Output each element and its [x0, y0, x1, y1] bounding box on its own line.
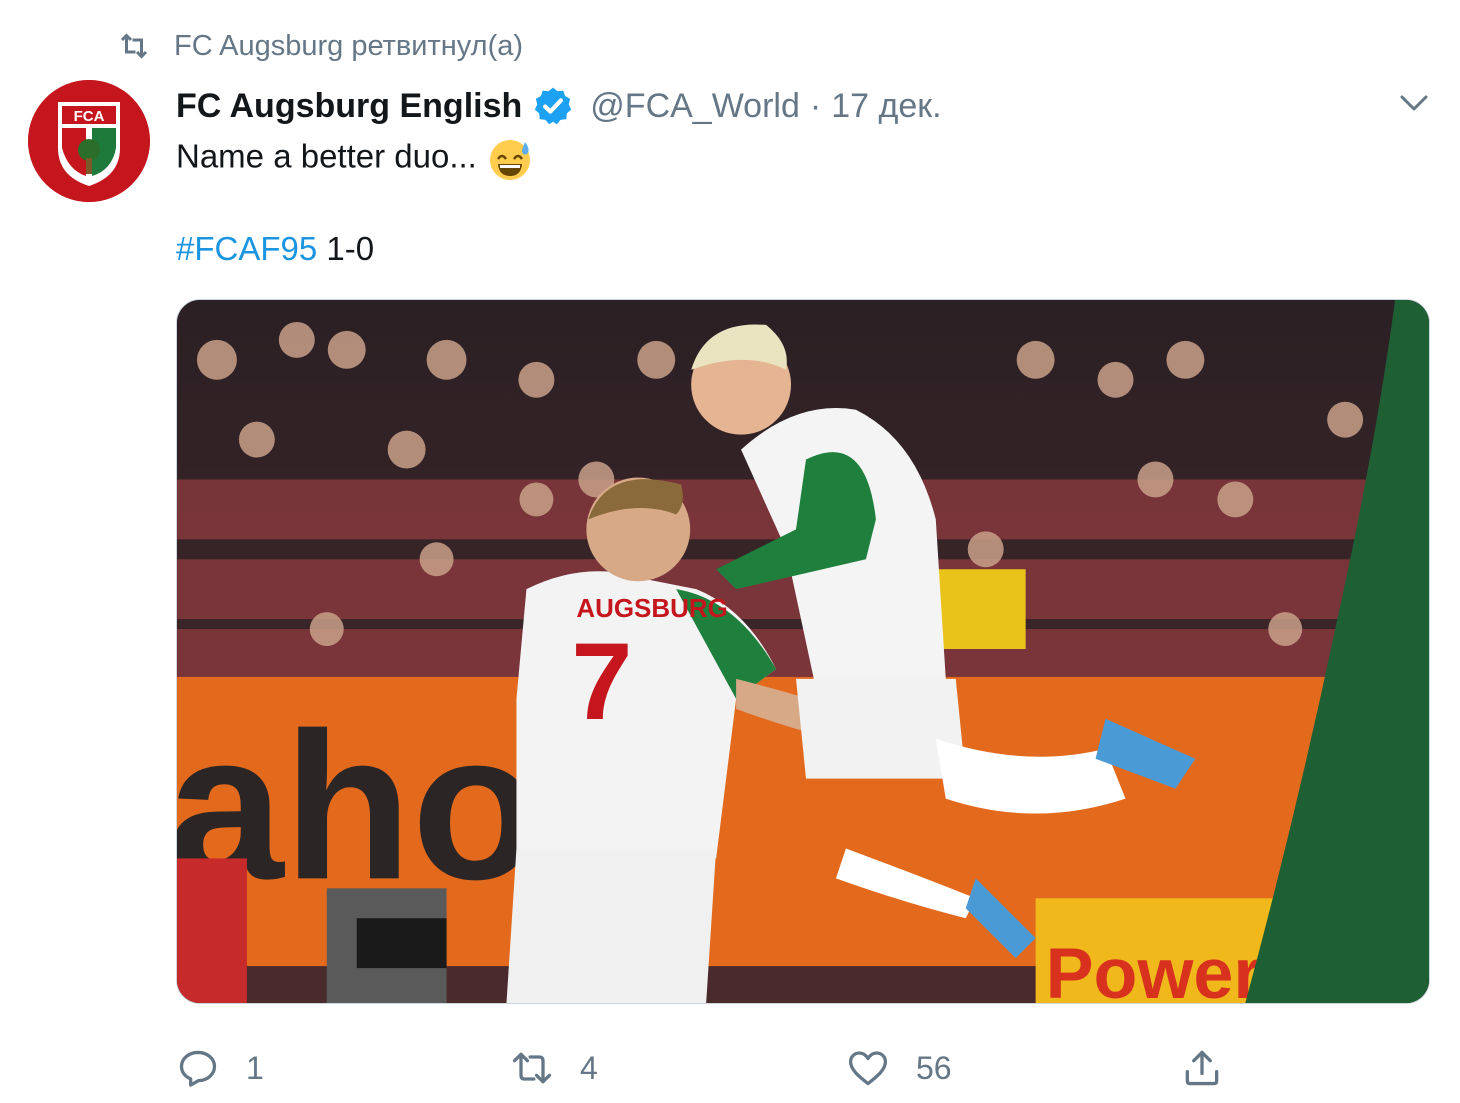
retweet-icon: [512, 1052, 552, 1084]
retweet-context-text[interactable]: FC Augsburg ретвитнул(а): [174, 30, 523, 63]
tweet-text-line-2: #FCAF95 1-0: [176, 230, 374, 268]
avatar-logo-text: FCA: [74, 108, 105, 125]
retweet-context: FC Augsburg ретвитнул(а): [116, 26, 523, 66]
score-text: 1-0: [326, 230, 375, 267]
jersey-number: 7: [571, 621, 632, 743]
tweet-date[interactable]: 17 дек.: [831, 87, 941, 126]
reply-count: 1: [246, 1049, 264, 1086]
retweet-icon: [120, 33, 148, 59]
reply-button[interactable]: 1: [176, 1040, 264, 1096]
author-handle[interactable]: @FCA_World: [590, 87, 800, 126]
like-button[interactable]: 56: [846, 1040, 952, 1096]
chevron-down-icon[interactable]: [1396, 88, 1432, 118]
tweet[interactable]: FC Augsburg ретвитнул(а) FCA FC Augsburg…: [0, 0, 1460, 1103]
share-icon: [1185, 1050, 1219, 1086]
tweet-text: Name a better duo...: [176, 137, 477, 175]
jersey-text: AUGSBURG: [576, 595, 727, 623]
like-count: 56: [916, 1049, 952, 1086]
tweet-actions: 1 4 56: [176, 1040, 1430, 1096]
grinning-sweat-emoji-icon: [489, 140, 530, 180]
separator-dot: ·: [809, 86, 822, 125]
verified-badge-icon: [535, 87, 572, 125]
hashtag-link[interactable]: #FCAF95: [176, 230, 317, 267]
share-button[interactable]: [1180, 1040, 1224, 1096]
heart-icon: [848, 1051, 888, 1086]
retweet-button[interactable]: 4: [510, 1040, 598, 1096]
retweet-count: 4: [580, 1049, 598, 1086]
tweet-text-line-1: Name a better duo...: [176, 136, 533, 182]
tweet-photo[interactable]: ahof Power AUGSBURG 7: [176, 299, 1430, 1004]
author-name[interactable]: FC Augsburg English: [176, 87, 522, 126]
tweet-header: FC Augsburg English @FCA_World · 17 дек.: [176, 82, 942, 130]
ad-board-text-right: Power: [1046, 934, 1262, 1003]
reply-icon: [179, 1050, 217, 1087]
avatar[interactable]: FCA: [28, 80, 150, 202]
